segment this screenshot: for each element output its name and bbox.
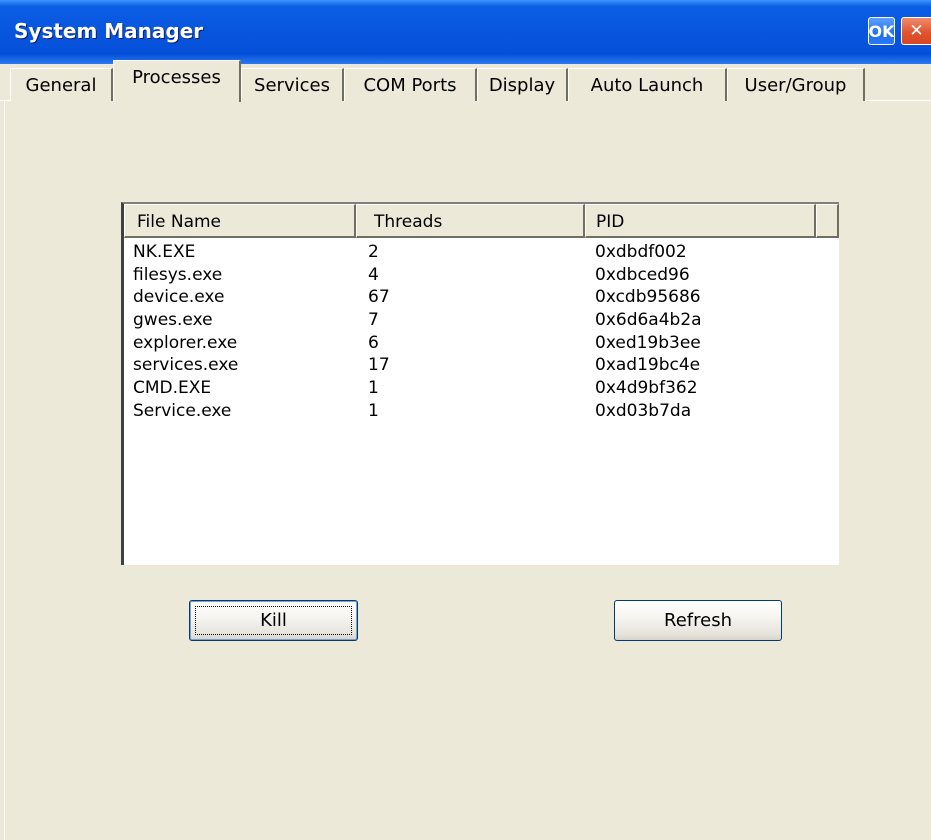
cell-threads: 6 bbox=[368, 332, 379, 353]
column-header-threads[interactable]: Threads bbox=[356, 204, 585, 238]
cell-pid: 0xed19b3ee bbox=[595, 332, 701, 353]
table-row[interactable]: gwes.exe 7 0x6d6a4b2a bbox=[124, 310, 839, 333]
table-row[interactable]: device.exe 67 0xcdb95686 bbox=[124, 287, 839, 310]
tab-com-ports[interactable]: COM Ports bbox=[344, 68, 477, 101]
window-title: System Manager bbox=[14, 19, 204, 43]
title-bar: System Manager OK ✕ bbox=[0, 0, 931, 64]
cell-threads: 4 bbox=[368, 264, 379, 285]
cell-threads: 1 bbox=[368, 378, 379, 399]
cell-file-name: device.exe bbox=[133, 287, 225, 308]
cell-file-name: CMD.EXE bbox=[133, 378, 212, 399]
table-row[interactable]: CMD.EXE 1 0x4d9bf362 bbox=[124, 378, 839, 401]
refresh-button[interactable]: Refresh bbox=[614, 600, 782, 641]
tab-label: Processes bbox=[132, 67, 221, 88]
tab-label: Display bbox=[488, 74, 556, 96]
tab-label: Services bbox=[254, 74, 330, 96]
tab-general[interactable]: General bbox=[10, 68, 113, 101]
tab-label: Auto Launch bbox=[590, 74, 704, 96]
cell-threads: 1 bbox=[368, 400, 379, 421]
panel-highlight bbox=[4, 101, 5, 840]
cell-file-name: filesys.exe bbox=[133, 264, 223, 285]
cell-threads: 7 bbox=[368, 310, 379, 331]
tab-processes[interactable]: Processes bbox=[113, 60, 241, 102]
cell-file-name: NK.EXE bbox=[133, 242, 196, 262]
cell-pid: 0xcdb95686 bbox=[595, 287, 701, 308]
cell-threads: 67 bbox=[368, 287, 390, 308]
cell-threads: 17 bbox=[368, 355, 390, 376]
cell-file-name: gwes.exe bbox=[133, 310, 213, 331]
tab-label: General bbox=[25, 74, 97, 96]
process-list[interactable]: File Name Threads PID NK.EXE 2 0xdbdf002… bbox=[121, 202, 839, 565]
list-rows: NK.EXE 2 0xdbdf002 filesys.exe 4 0xdbced… bbox=[124, 242, 839, 424]
tab-auto-launch[interactable]: Auto Launch bbox=[568, 68, 727, 101]
tab-display[interactable]: Display bbox=[477, 68, 568, 101]
tab-label: User/Group bbox=[744, 74, 847, 96]
ok-button[interactable]: OK bbox=[868, 17, 895, 45]
tab-services[interactable]: Services bbox=[241, 68, 344, 101]
table-row[interactable]: filesys.exe 4 0xdbced96 bbox=[124, 265, 839, 288]
column-header-pid[interactable]: PID bbox=[585, 204, 816, 238]
tab-user-group[interactable]: User/Group bbox=[727, 68, 865, 101]
table-row[interactable]: NK.EXE 2 0xdbdf002 bbox=[124, 242, 839, 265]
table-row[interactable]: Service.exe 1 0xd03b7da bbox=[124, 401, 839, 424]
panel-edge bbox=[0, 101, 2, 840]
cell-pid: 0x6d6a4b2a bbox=[595, 310, 702, 331]
cell-pid: 0x4d9bf362 bbox=[595, 378, 698, 399]
tab-label: COM Ports bbox=[363, 74, 457, 96]
cell-pid: 0xad19bc4e bbox=[595, 355, 701, 376]
cell-pid: 0xd03b7da bbox=[595, 400, 692, 421]
cell-file-name: Service.exe bbox=[133, 400, 232, 421]
column-header-filler bbox=[816, 204, 839, 238]
cell-threads: 2 bbox=[368, 242, 379, 262]
table-row[interactable]: services.exe 17 0xad19bc4e bbox=[124, 355, 839, 378]
cell-pid: 0xdbced96 bbox=[595, 264, 690, 285]
kill-button[interactable]: Kill bbox=[189, 600, 358, 641]
list-header: File Name Threads PID bbox=[124, 204, 839, 238]
cell-pid: 0xdbdf002 bbox=[595, 242, 687, 262]
table-row[interactable]: explorer.exe 6 0xed19b3ee bbox=[124, 333, 839, 356]
cell-file-name: explorer.exe bbox=[133, 332, 238, 353]
cell-file-name: services.exe bbox=[133, 355, 239, 376]
close-icon[interactable]: ✕ bbox=[901, 17, 931, 45]
column-header-file-name[interactable]: File Name bbox=[124, 204, 356, 238]
